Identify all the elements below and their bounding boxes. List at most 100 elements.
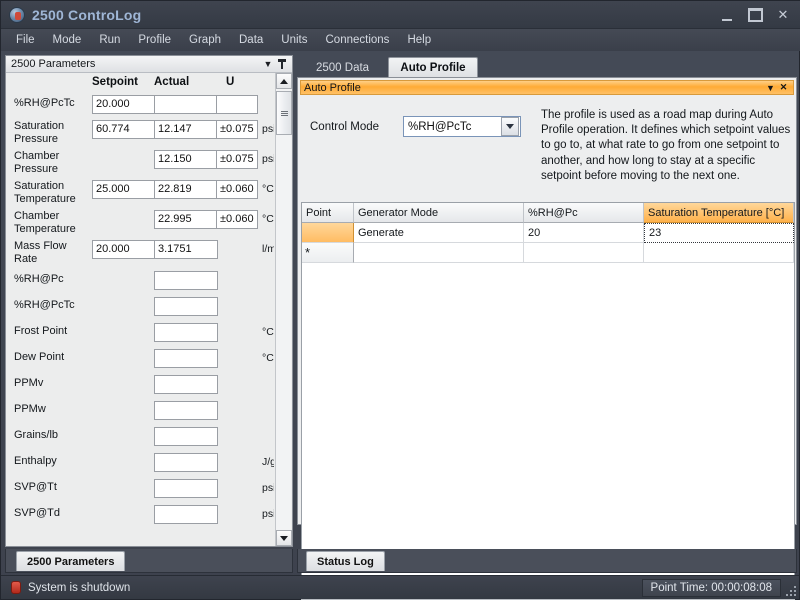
grid-cell-point[interactable]: * [302,243,354,263]
grid-cell-generator-mode[interactable]: Generate [354,223,524,243]
tab-status-log[interactable]: Status Log [306,551,385,571]
parameter-row: Frost Point °C [6,321,274,347]
unit-label: °C [262,213,274,225]
grid-cell-point[interactable] [302,223,354,243]
parameter-row: Saturation Temperature 25.000 22.819 ±0.060… [6,179,274,209]
chevron-down-icon[interactable] [501,117,519,136]
parameter-row: SVP@Tt psia [6,477,274,503]
parameter-label: Grains/lb [14,429,59,441]
parameters-scroll-area: Setpoint Actual U %RH@PcTc 20.000 Saturation… [6,73,274,546]
status-bar: System is shutdown Point Time: 00:00:08:… [1,575,799,599]
parameter-row: %RH@PcTc 20.000 [6,93,274,119]
actual-field [154,505,218,524]
grid-column-header[interactable]: Saturation Temperature [°C] [644,203,794,223]
auto-profile-description: The profile is used as a road map during… [541,109,791,182]
close-button[interactable]: ✕ [769,2,797,28]
application-window: 2500 ControLog ✕ File Mode Run Profile Graph… [0,0,800,600]
minimize-button[interactable] [713,2,741,28]
resize-grip-icon[interactable] [784,584,796,596]
actual-field [154,95,218,114]
pin-icon[interactable] [275,57,289,71]
parameter-label: Saturation Temperature [14,180,76,205]
uncertainty-field [216,95,258,114]
menu-item-help[interactable]: Help [398,31,440,49]
grid-cell-saturation-temperature[interactable] [644,243,794,263]
parameter-row: Mass Flow Rate 20.000 3.1751 l/m [6,239,274,269]
grid-cell-mass-flow[interactable] [794,243,795,263]
parameters-vertical-scrollbar[interactable] [275,73,292,546]
grid-row[interactable]: Generate 20 23 [302,223,794,243]
actual-field: 12.147 [154,120,218,139]
uncertainty-field: ±0.060 [216,180,258,199]
parameter-row: PPMw [6,399,274,425]
left-tab-strip: 2500 Parameters [5,549,293,573]
parameter-label: Saturation Pressure [14,120,65,145]
profile-grid: Point Generator Mode %RH@Pc Saturation Temp… [301,202,795,598]
grid-cell-rh-at-pc[interactable] [524,243,644,263]
actual-field [154,427,218,446]
menu-item-connections[interactable]: Connections [317,31,399,49]
parameter-row: Saturation Pressure 60.77412.147±0.075 psi… [6,119,274,149]
menu-item-data[interactable]: Data [230,31,272,49]
parameter-label: %RH@PcTc [14,97,75,109]
actual-field: 22.995 [154,210,218,229]
auto-profile-title: Auto Profile [304,81,361,94]
parameter-row: PPMv [6,373,274,399]
unit-label: psia [262,153,274,165]
menu-item-graph[interactable]: Graph [180,31,230,49]
grid-column-header[interactable]: Point [302,203,354,223]
scrollbar-thumb[interactable] [276,91,292,135]
parameter-label: %RH@PcTc [14,299,75,311]
setpoint-field[interactable]: 60.774 [92,120,156,139]
right-tab-strip: Status Log [297,549,797,573]
actual-field [154,323,218,342]
grid-column-header[interactable]: Generator Mode [354,203,524,223]
chevron-down-icon[interactable]: ▼ [261,57,275,71]
chevron-down-icon[interactable]: ▼ [764,81,777,94]
scroll-down-icon[interactable] [276,530,292,546]
column-header-actual: Actual [154,76,190,88]
grid-cell-rh-at-pc[interactable]: 20 [524,223,644,243]
grid-column-header[interactable]: %RH@Pc [524,203,644,223]
auto-profile-header: Auto Profile ▼ ✕ [300,80,794,95]
parameter-row: Grains/lb [6,425,274,451]
actual-field [154,453,218,472]
grid-cell-mass-flow[interactable] [794,223,795,243]
setpoint-field[interactable]: 20.000 [92,95,156,114]
control-mode-select[interactable]: %RH@PcTc [403,116,521,137]
parameter-label: PPMw [14,403,46,415]
grid-header-row: Point Generator Mode %RH@Pc Saturation Temp… [302,203,794,223]
parameter-row: %RH@Pc [6,269,274,295]
tab-2500-parameters[interactable]: 2500 Parameters [16,551,126,571]
menu-item-run[interactable]: Run [90,31,129,49]
point-time-panel: Point Time: 00:00:08:08 [641,578,781,597]
menu-item-profile[interactable]: Profile [129,31,180,49]
parameter-row: %RH@PcTc [6,295,274,321]
menu-item-mode[interactable]: Mode [44,31,91,49]
window-controls: ✕ [713,2,797,28]
maximize-button[interactable] [741,2,769,28]
right-tab-bar: 2500 Data Auto Profile [297,55,797,77]
close-icon[interactable]: ✕ [777,81,790,94]
grid-row[interactable]: * [302,243,794,263]
parameter-label: Frost Point [14,325,68,337]
parameter-label: SVP@Tt [14,481,57,493]
grid-column-header[interactable]: Mass Fl [794,203,795,223]
setpoint-field[interactable]: 20.000 [92,240,156,259]
scroll-up-icon[interactable] [276,73,292,89]
setpoint-field[interactable]: 25.000 [92,180,156,199]
actual-field: 12.150 [154,150,218,169]
actual-field [154,349,218,368]
tab-auto-profile[interactable]: Auto Profile [388,57,478,77]
menu-item-units[interactable]: Units [272,31,316,49]
right-panel: 2500 Data Auto Profile Auto Profile ▼ ✕ C… [297,55,797,600]
parameters-column-headers: Setpoint Actual U [6,73,274,93]
parameter-label: Chamber Temperature [14,210,76,235]
actual-field [154,297,218,316]
menu-item-file[interactable]: File [7,31,44,49]
grid-cell-generator-mode[interactable] [354,243,524,263]
parameters-panel-header: 2500 Parameters ▼ [6,56,292,73]
actual-field: 3.1751 [154,240,218,259]
tab-2500-data[interactable]: 2500 Data [305,59,380,77]
grid-cell-saturation-temperature[interactable]: 23 [644,223,794,243]
